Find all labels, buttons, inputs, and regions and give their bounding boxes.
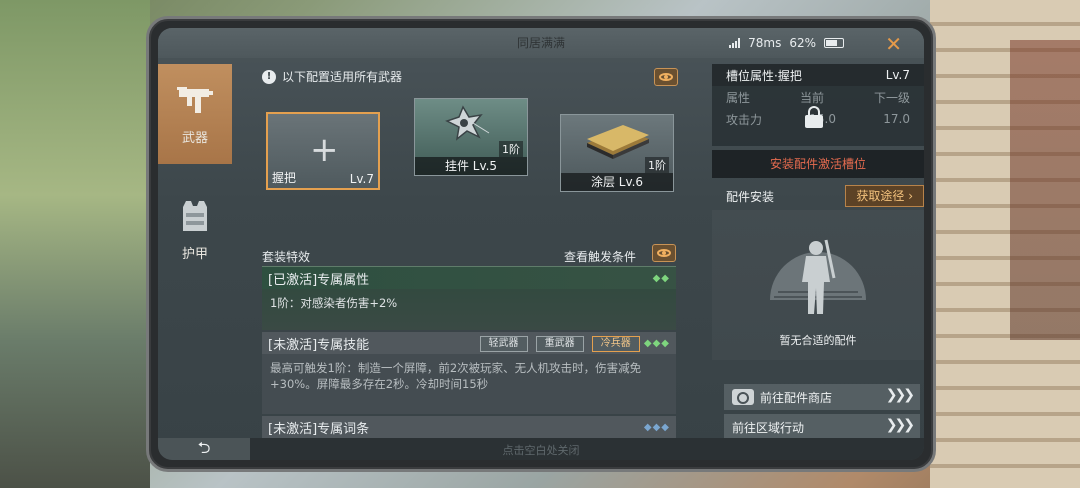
slot-name: 涂层 Lv.6 — [561, 173, 673, 191]
slot-tier: 1阶 — [645, 157, 669, 173]
vest-icon — [183, 200, 207, 231]
table-cell: 攻击力 — [726, 112, 763, 127]
panel-title: [已激活]专属属性 — [268, 272, 370, 288]
panel-title: [未激活]专属技能 — [268, 337, 370, 353]
shop-icon — [732, 389, 754, 405]
slot-attribute-header: 槽位属性·握把 Lv.7 — [712, 64, 924, 86]
eye-icon — [657, 249, 671, 257]
attribute-table: 属性 当前 下一级 攻击力 15.0 17.0 — [712, 86, 924, 146]
chip-light-weapon[interactable]: 轻武器 — [479, 335, 528, 352]
sidebar-item-label: 武器 — [181, 130, 208, 146]
add-plus-icon: + — [310, 130, 339, 170]
close-hint: 点击空白处关闭 — [502, 444, 580, 457]
link-label: 前往配件商店 — [760, 390, 833, 405]
active-dots-icon: ◆◆ — [652, 272, 670, 284]
slot-name: 挂件 Lv.5 — [415, 157, 527, 175]
smg-icon — [177, 86, 213, 113]
weapon-type-chips: 轻武器 重武器 冷兵器 ◆◆◆ — [476, 335, 671, 352]
skill-panel: [未激活]专属技能 轻武器 重武器 冷兵器 ◆◆◆ 最高可触发1阶：制造一个屏障… — [262, 332, 676, 414]
preview-eye-button[interactable] — [654, 68, 678, 86]
background-left — [0, 0, 150, 488]
active-dots-icon: ◆◆◆ — [643, 337, 670, 349]
soldier-silhouette-icon — [770, 239, 866, 314]
phone-frame: 同居满满 78ms 62% ✕ 武器 护甲 ! 以下配置适用所有武器 + 握把 … — [146, 16, 936, 472]
inactive-dots-icon: ◆◆◆ — [643, 421, 670, 433]
panel-body: 1阶：对感染者伤害+2% — [270, 296, 398, 310]
column-header: 下一级 — [873, 90, 910, 105]
sidebar-item-label: 护甲 — [181, 246, 208, 262]
slot-attribute-level: Lv.7 — [885, 68, 910, 82]
triple-chevron-icon: ❯❯❯ — [885, 387, 915, 403]
slot-name: 握把 — [272, 171, 297, 185]
trigger-eye-button[interactable] — [652, 244, 676, 262]
triple-chevron-icon: ❯❯❯ — [885, 417, 915, 433]
go-area-action-button[interactable]: 前往区域行动 ❯❯❯ — [724, 414, 920, 440]
panel-title: [未激活]专属词条 — [268, 421, 370, 437]
panel-header: [已激活]专属属性 ◆◆ — [262, 267, 676, 289]
battery-icon — [824, 38, 844, 48]
panel-body: 最高可触发1阶：制造一个屏障，前2次被玩家、无人机攻击时，伤害减免+30%。屏障… — [270, 361, 642, 391]
battery-text: 62% — [789, 36, 816, 50]
sidebar-item-weapon[interactable]: 武器 — [158, 64, 232, 164]
coating-plates-icon — [587, 125, 649, 159]
slot-grip[interactable]: + 握把 Lv.7 — [266, 112, 380, 190]
activate-slot-notice: 安装配件激活槽位 — [712, 150, 924, 178]
signal-icon — [729, 38, 741, 48]
empty-accessory-area: 暂无合适的配件 — [712, 210, 924, 360]
get-source-button[interactable]: 获取途径 › — [845, 185, 924, 207]
slot-coating[interactable]: 1阶 涂层 Lv.6 — [560, 114, 674, 192]
phone-screen: 同居满满 78ms 62% ✕ 武器 护甲 ! 以下配置适用所有武器 + 握把 … — [158, 28, 924, 460]
info-text: 以下配置适用所有武器 — [282, 70, 403, 84]
chip-heavy-weapon[interactable]: 重武器 — [535, 335, 584, 352]
info-row: ! 以下配置适用所有武器 — [262, 68, 402, 85]
get-source-label: 获取途径 — [856, 189, 905, 203]
empty-accessory-text: 暂无合适的配件 — [779, 334, 857, 347]
link-label: 前往区域行动 — [732, 420, 805, 435]
status-area: 78ms 62% — [729, 36, 844, 50]
info-icon: ! — [262, 69, 276, 84]
column-header: 属性 — [726, 90, 751, 105]
go-accessory-shop-button[interactable]: 前往配件商店 ❯❯❯ — [724, 384, 920, 410]
shuriken-icon — [445, 105, 490, 141]
slot-tier: 1阶 — [499, 141, 523, 157]
sidebar: 武器 护甲 — [158, 64, 234, 416]
slot-pendant[interactable]: 1阶 挂件 Lv.5 — [414, 98, 528, 176]
table-cell: 17.0 — [883, 112, 910, 126]
column-header: 当前 — [799, 90, 824, 105]
lock-icon — [804, 106, 824, 128]
top-bar: 同居满满 78ms 62% ✕ — [158, 28, 924, 58]
install-label: 配件安装 — [726, 189, 775, 204]
trigger-conditions-link[interactable]: 查看触发条件 — [564, 248, 636, 265]
set-effect-heading: 套装特效 — [262, 250, 311, 264]
main-panel: ! 以下配置适用所有武器 + 握把 Lv.7 1阶 挂件 Lv.5 1阶 涂层 … — [234, 58, 704, 452]
close-icon[interactable]: ✕ — [885, 32, 902, 56]
slot-attribute-panel: 槽位属性·握把 Lv.7 属性 当前 下一级 攻击力 15.0 17.0 安装配… — [712, 58, 924, 440]
chip-melee-weapon[interactable]: 冷兵器 — [591, 335, 640, 352]
slot-level: Lv.7 — [349, 172, 374, 186]
panel-header: [未激活]专属技能 轻武器 重武器 冷兵器 ◆◆◆ — [262, 332, 676, 354]
background-right-shadow — [1010, 40, 1080, 340]
active-attribute-panel: [已激活]专属属性 ◆◆ 1阶：对感染者伤害+2% — [262, 266, 676, 330]
sidebar-item-armor[interactable]: 护甲 — [158, 180, 232, 280]
install-row: 配件安装 获取途径 › — [712, 184, 924, 208]
eye-icon — [659, 73, 673, 81]
ping-text: 78ms — [748, 36, 782, 50]
panel-header: [未激活]专属词条 ◆◆◆ — [262, 416, 676, 438]
table-header-row: 属性 当前 下一级 — [712, 86, 924, 108]
bottom-bar: ⮌ 点击空白处关闭 — [158, 438, 924, 460]
slot-attribute-title: 槽位属性·握把 — [726, 68, 802, 83]
